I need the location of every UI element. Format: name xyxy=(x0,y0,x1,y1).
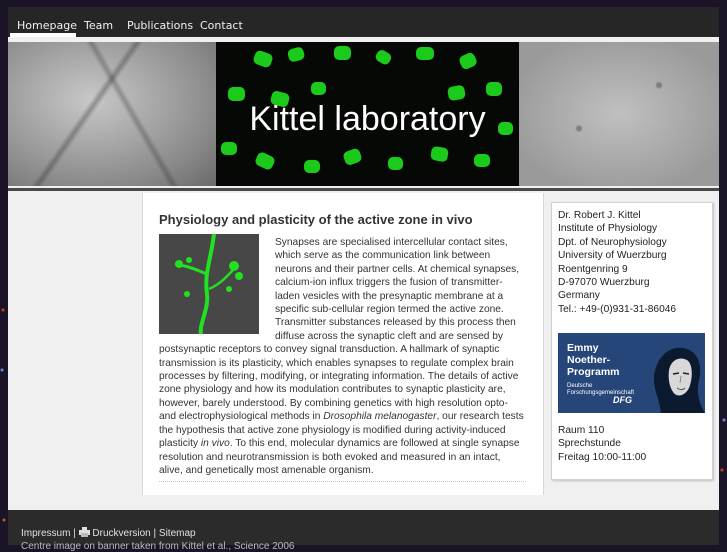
address-department: Dpt. of Neurophysiology xyxy=(558,236,667,248)
banner-divider xyxy=(8,188,719,191)
banner-credit: Centre image on banner taken from Kittel… xyxy=(21,541,295,552)
impressum-link[interactable]: Impressum xyxy=(21,528,70,539)
address-name: Dr. Robert J. Kittel xyxy=(558,210,641,221)
emmy-noether-portrait xyxy=(653,347,705,413)
office-room: Raum 110 xyxy=(558,425,605,436)
page-frame: Homepage Team Publications Contact Kitte… xyxy=(8,7,719,552)
banner-image-left xyxy=(8,42,216,186)
nav-item-team[interactable]: Team xyxy=(84,19,113,32)
address-university: University of Wuerzburg xyxy=(558,250,667,262)
address-country: Germany xyxy=(558,290,600,302)
nav-item-contact[interactable]: Contact xyxy=(200,19,243,32)
nav-item-homepage[interactable]: Homepage xyxy=(17,19,77,32)
contact-sidebar: Dr. Robert J. Kittel Institute of Physio… xyxy=(551,202,713,480)
active-nav-indicator xyxy=(10,33,76,37)
office-hours-label: Sprechstunde xyxy=(558,438,621,450)
address-street: Roentgenring 9 xyxy=(558,263,628,275)
nav-item-publications[interactable]: Publications xyxy=(127,19,193,32)
emmy-noether-logo[interactable]: Emmy Noether- Programm Deutsche Forschun… xyxy=(558,333,705,413)
sitemap-link[interactable]: Sitemap xyxy=(159,528,196,539)
page-footer: Impressum | Druckversion | Sitemap Centr… xyxy=(8,510,719,552)
office-hours-time: Freitag 10:00-11:00 xyxy=(558,451,647,463)
office-hours: Raum 110 Sprechstunde Freitag 10:00-11:0… xyxy=(558,424,646,464)
in-vivo-term: in vivo xyxy=(200,438,230,450)
main-content: Physiology and plasticity of the active … xyxy=(142,193,544,495)
dfg-logo-text: DFG xyxy=(613,395,632,405)
address-block: Dr. Robert J. Kittel Institute of Physio… xyxy=(558,209,676,316)
printer-icon[interactable] xyxy=(78,527,90,537)
address-phone: Tel.: +49-(0)931-31-86046 xyxy=(558,303,677,315)
address-institute: Institute of Physiology xyxy=(558,223,658,235)
banner-image-right xyxy=(519,42,719,186)
research-description: Synapses are specialised intercellular c… xyxy=(159,236,526,477)
content-divider xyxy=(159,481,526,482)
banner-title: Kittel laboratory xyxy=(249,100,486,138)
top-navigation: Homepage Team Publications Contact xyxy=(8,7,719,37)
species-name: Drosophila melanogaster xyxy=(323,411,437,423)
page-title: Physiology and plasticity of the active … xyxy=(159,212,473,227)
emmy-title: Emmy Noether- Programm xyxy=(567,342,620,378)
header-banner: Kittel laboratory xyxy=(8,42,719,186)
print-version-link[interactable]: Druckversion xyxy=(92,528,150,539)
address-city: D-97070 Wuerzburg xyxy=(558,277,650,289)
footer-links: Impressum | Druckversion | Sitemap xyxy=(21,527,196,539)
